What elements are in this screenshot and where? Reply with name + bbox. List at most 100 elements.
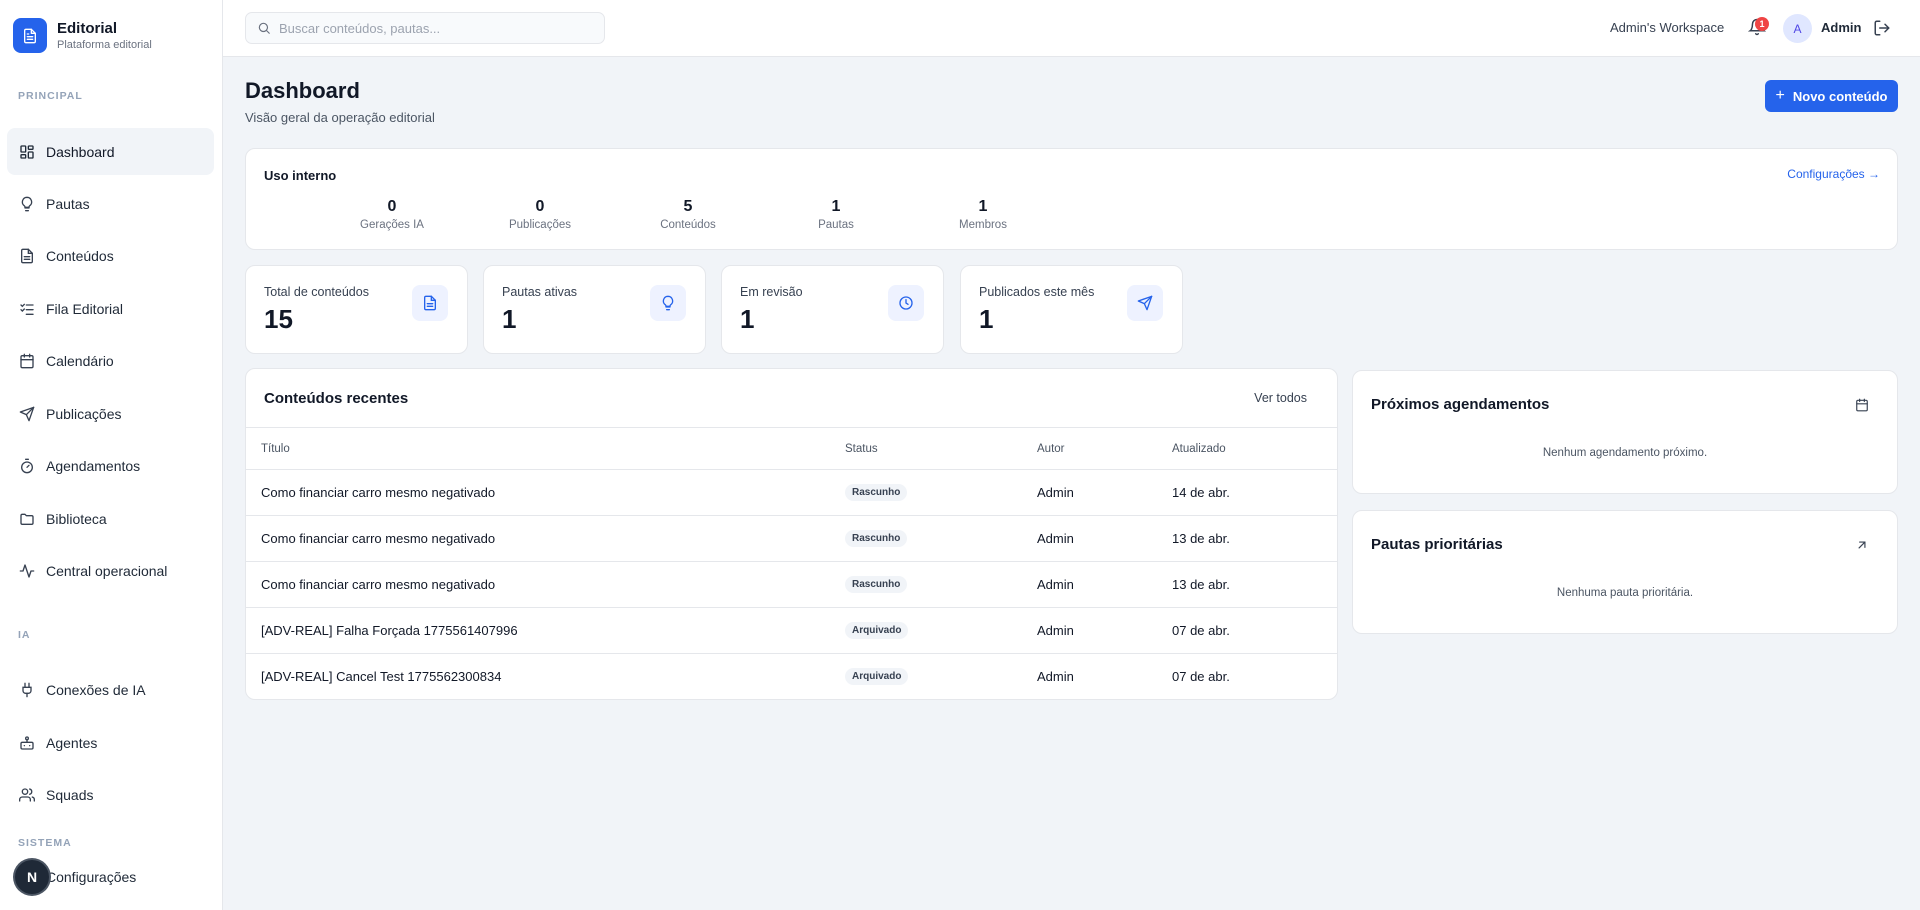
usage-stat: 0 Gerações IA [332, 197, 452, 231]
sidebar-item-label: Calendário [46, 352, 114, 369]
table-row[interactable]: Como financiar carro mesmo negativado Ra… [246, 515, 1337, 561]
kpi-card-total: Total de conteúdos 15 [245, 265, 468, 354]
kpi-card-publicados: Publicados este mês 1 [960, 265, 1183, 354]
column-header-status[interactable]: Status [845, 428, 878, 469]
sidebar-item-label: Dashboard [46, 143, 115, 160]
avatar[interactable]: A [1783, 14, 1812, 43]
brand-logo-icon [13, 18, 47, 53]
sidebar-item-conexoes-de-ia[interactable]: Conexões de IA [7, 666, 214, 713]
row-title[interactable]: [ADV-REAL] Falha Forçada 1775561407996 [261, 608, 518, 653]
logout-icon[interactable] [1873, 19, 1891, 37]
column-header-updated[interactable]: Atualizado [1172, 428, 1226, 469]
file-text-icon [19, 248, 35, 264]
dev-tools-button[interactable]: N [15, 860, 49, 894]
workspace-switcher[interactable]: Admin's Workspace [1610, 20, 1724, 35]
sidebar-item-agendamentos[interactable]: Agendamentos [7, 442, 214, 489]
new-content-button[interactable]: + Novo conteúdo [1765, 80, 1898, 112]
row-title[interactable]: Como financiar carro mesmo negativado [261, 470, 495, 515]
status-badge: Rascunho [845, 484, 908, 501]
row-status-cell: Rascunho [845, 470, 908, 515]
sidebar-item-central-operacional[interactable]: Central operacional [7, 547, 214, 594]
usage-stat-value: 1 [831, 198, 841, 215]
folder-icon [19, 511, 35, 527]
sidebar-item-dashboard[interactable]: Dashboard [7, 128, 214, 175]
status-badge: Arquivado [845, 622, 909, 639]
activity-icon [19, 563, 35, 579]
status-badge: Arquivado [845, 668, 909, 685]
new-content-label: Novo conteúdo [1792, 88, 1888, 104]
dashboard-icon [19, 144, 35, 160]
kpi-value: 1 [502, 304, 517, 334]
sidebar-item-pautas[interactable]: Pautas [7, 180, 214, 227]
usage-stat-value: 1 [978, 198, 988, 215]
sidebar-item-label: Publicações [46, 405, 122, 422]
search-box[interactable] [245, 12, 605, 44]
kpi-label: Total de conteúdos [264, 285, 369, 299]
row-status-cell: Rascunho [845, 516, 908, 561]
row-title[interactable]: Como financiar carro mesmo negativado [261, 562, 495, 607]
row-status-cell: Arquivado [845, 654, 909, 699]
calendar-icon[interactable] [1855, 398, 1869, 412]
sidebar-item-label: Agendamentos [46, 457, 141, 474]
brand[interactable]: Editorial Plataforma editorial [13, 18, 152, 53]
sidebar-item-publicacoes[interactable]: Publicações [7, 390, 214, 437]
usage-stat-label: Publicações [508, 219, 571, 231]
list-checks-icon [19, 301, 35, 317]
upcoming-schedules-card: Próximos agendamentos Nenhum agendamento… [1352, 370, 1898, 494]
lightbulb-icon [650, 285, 686, 321]
table-row[interactable]: [ADV-REAL] Falha Forçada 1775561407996 A… [246, 607, 1337, 653]
kpi-value: 1 [740, 304, 755, 334]
row-updated: 07 de abr. [1172, 623, 1230, 638]
table-row[interactable]: Como financiar carro mesmo negativado Ra… [246, 469, 1337, 515]
sidebar-item-label: Squads [46, 786, 94, 803]
section-label-principal: PRINCIPAL [18, 90, 83, 102]
kpi-label: Em revisão [740, 285, 803, 299]
usage-stat-label: Gerações IA [360, 219, 424, 231]
users-icon [19, 787, 35, 803]
sidebar-item-label: Fila Editorial [46, 300, 124, 317]
page-subtitle: Visão geral da operação editorial [245, 110, 435, 125]
row-author: Admin [1037, 669, 1074, 684]
priority-title: Pautas prioritárias [1371, 536, 1503, 553]
sidebar-item-label: Biblioteca [46, 510, 107, 527]
calendar-icon [19, 353, 35, 369]
usage-stat: 5 Conteúdos [628, 197, 748, 231]
row-title[interactable]: Como financiar carro mesmo negativado [261, 516, 495, 561]
search-input[interactable] [279, 20, 579, 36]
sidebar-item-agentes[interactable]: Agentes [7, 719, 214, 766]
status-badge: Rascunho [845, 530, 908, 547]
upcoming-title: Próximos agendamentos [1371, 396, 1550, 413]
row-title[interactable]: [ADV-REAL] Cancel Test 1775562300834 [261, 654, 501, 699]
user-name[interactable]: Admin [1821, 20, 1861, 35]
upcoming-empty-text: Nenhum agendamento próximo. [1542, 447, 1708, 459]
usage-stat: 1 Pautas [776, 197, 896, 231]
sidebar-item-conteudos[interactable]: Conteúdos [7, 232, 214, 279]
usage-stat-value: 0 [387, 198, 397, 215]
row-author: Admin [1037, 531, 1074, 546]
sidebar-item-calendario[interactable]: Calendário [7, 337, 214, 384]
row-updated: 13 de abr. [1172, 577, 1230, 592]
lightbulb-icon [19, 196, 35, 212]
column-header-title[interactable]: Título [261, 428, 290, 469]
brand-subtitle: Plataforma editorial [57, 38, 152, 51]
sidebar-item-biblioteca[interactable]: Biblioteca [7, 495, 214, 542]
column-header-author[interactable]: Autor [1037, 428, 1065, 469]
section-label-sistema: SISTEMA [18, 837, 72, 849]
recent-content-title: Conteúdos recentes [264, 390, 409, 407]
settings-link[interactable]: Configurações → [1787, 167, 1880, 181]
sidebar-item-label: Central operacional [46, 562, 168, 579]
sidebar-item-fila-editorial[interactable]: Fila Editorial [7, 285, 214, 332]
table-row[interactable]: [ADV-REAL] Cancel Test 1775562300834 Arq… [246, 653, 1337, 699]
row-author: Admin [1037, 485, 1074, 500]
usage-stat-value: 0 [535, 198, 545, 215]
kpi-label: Publicados este mês [979, 285, 1095, 299]
sidebar-item-squads[interactable]: Squads [7, 771, 214, 818]
table-row[interactable]: Como financiar carro mesmo negativado Ra… [246, 561, 1337, 607]
priority-topics-card: Pautas prioritárias Nenhuma pauta priori… [1352, 510, 1898, 634]
section-label-ia: IA [18, 629, 31, 641]
arrow-up-right-icon[interactable] [1855, 538, 1869, 552]
row-updated: 14 de abr. [1172, 485, 1230, 500]
search-icon [257, 21, 271, 35]
kpi-value: 15 [264, 304, 293, 334]
see-all-button[interactable]: Ver todos [1254, 391, 1307, 405]
